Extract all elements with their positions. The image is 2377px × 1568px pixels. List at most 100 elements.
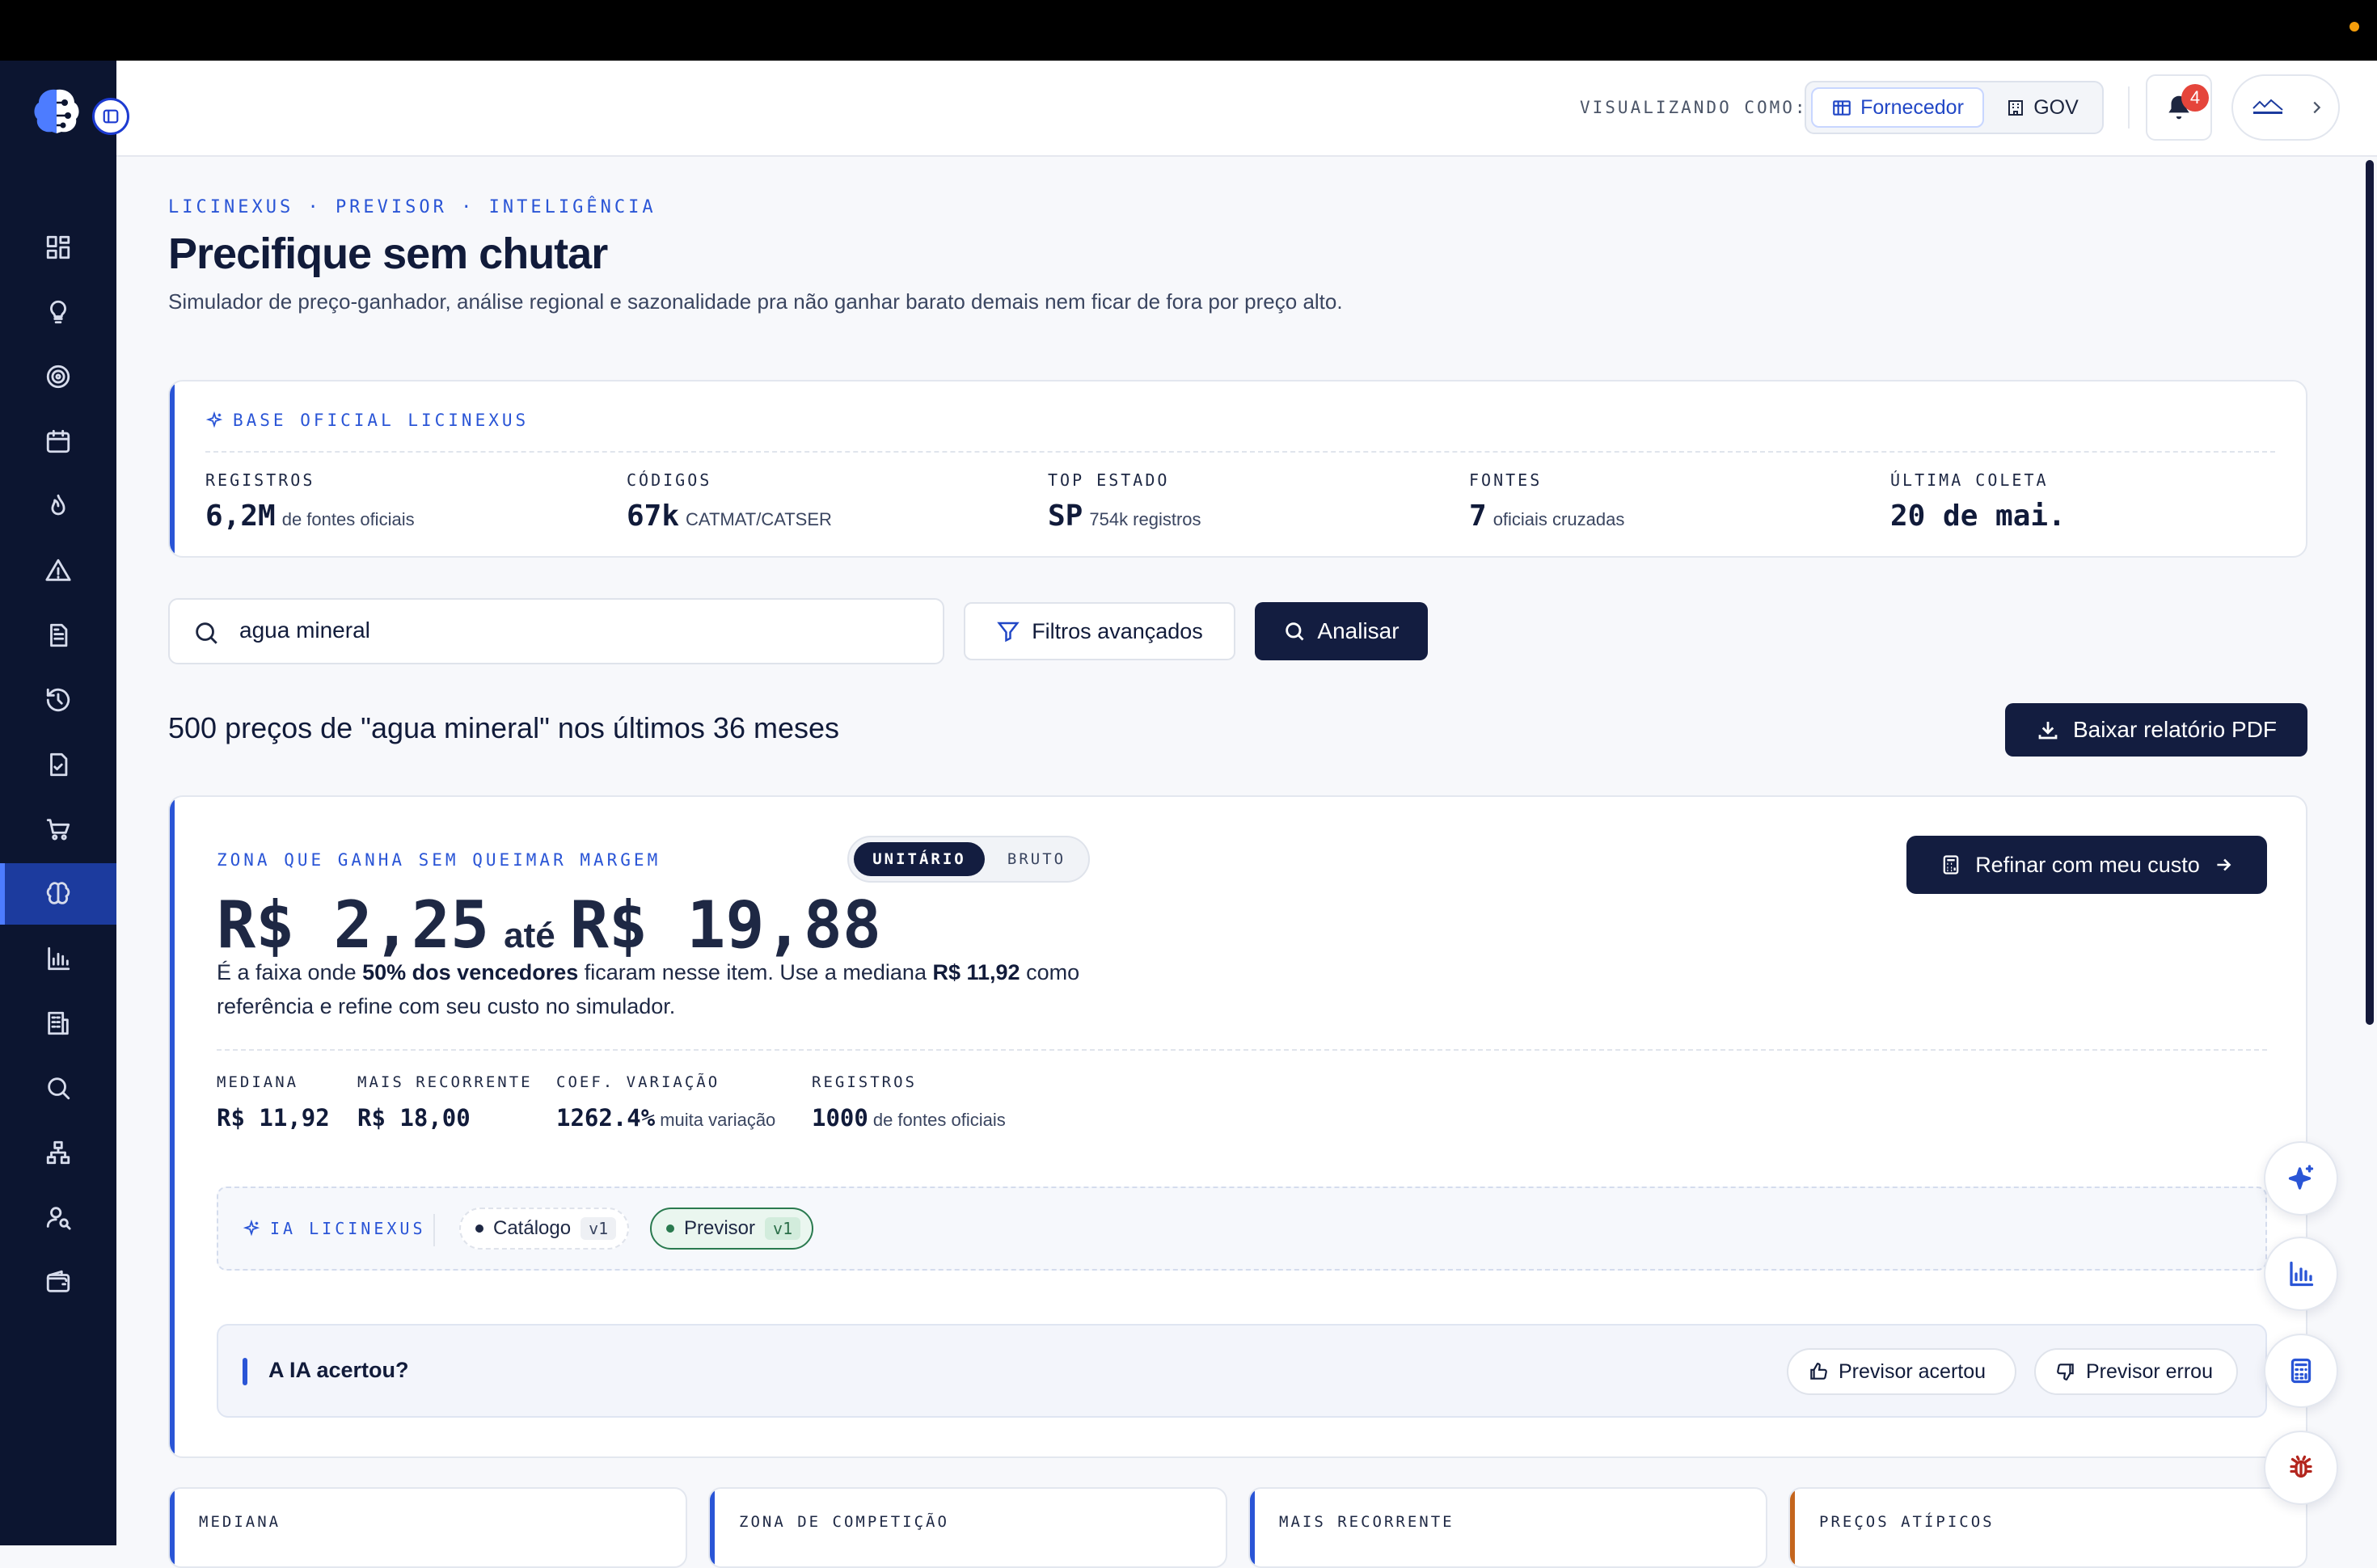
sidebar-item-previsor[interactable] <box>0 863 116 925</box>
refine-cost-button[interactable]: Refinar com meu custo <box>1906 836 2267 894</box>
header-divider <box>2128 86 2130 129</box>
sidebar-item-wallet[interactable] <box>0 1251 116 1313</box>
sparkles-icon <box>205 411 223 428</box>
refine-label: Refinar com meu custo <box>1975 852 2200 877</box>
notifications-button[interactable]: 4 <box>2146 74 2212 141</box>
wallet-icon <box>46 1270 70 1292</box>
brain-icon <box>46 882 70 904</box>
ia-label: IA LICINEXUS <box>243 1219 426 1238</box>
feedback-correct-button[interactable]: Previsor acertou <box>1787 1348 2016 1395</box>
range-description: É a faixa onde 50% dos vencedores ficara… <box>217 960 1080 1018</box>
sidebar-item-documents[interactable] <box>0 605 116 666</box>
alert-triangle-icon <box>45 558 71 581</box>
calculator-icon <box>1943 855 1959 875</box>
app-logo[interactable] <box>29 85 84 140</box>
sidebar-item-calendar[interactable] <box>0 411 116 472</box>
model-chip-catalogo[interactable]: Catálogo v1 <box>459 1208 630 1250</box>
profile-menu-button[interactable] <box>2231 74 2340 141</box>
stat-label: REGISTROS <box>812 1073 917 1091</box>
stat-detail: CATMAT/CATSER <box>686 509 832 529</box>
role-supplier-label: Fornecedor <box>1860 95 1964 119</box>
filters-label: Filtros avançados <box>1032 618 1203 643</box>
dashboard-icon <box>46 235 70 259</box>
page-subtitle: Simulador de preço-ganhador, análise reg… <box>168 289 1343 314</box>
feedback-wrong-label: Previsor errou <box>2086 1359 2213 1383</box>
sidebar-item-agencies[interactable] <box>0 993 116 1054</box>
sidebar-toggle-button[interactable] <box>92 98 129 135</box>
stat-value: R$ 18,00 <box>357 1104 471 1132</box>
stat-label: FONTES <box>1469 470 1543 490</box>
bar-chart-icon <box>2290 1261 2314 1287</box>
stat-label: ÚLTIMA COLETA <box>1890 470 2049 490</box>
feedback-correct-label: Previsor acertou <box>1839 1359 1986 1383</box>
zone-stat-coef-variacao: COEF. VARIAÇÃO 1262.4% muita variação <box>556 1073 775 1132</box>
role-gov-label: GOV <box>2033 95 2079 119</box>
sidebar-item-proposals[interactable] <box>0 734 116 795</box>
role-gov-button[interactable]: GOV <box>1994 87 2091 128</box>
zone-stat-mediana: MEDIANA R$ 11,92 <box>217 1073 330 1132</box>
stat-label: COEF. VARIAÇÃO <box>556 1073 720 1091</box>
model-chip-previsor[interactable]: Previsor v1 <box>650 1208 814 1250</box>
history-icon <box>46 688 70 712</box>
chip-label: Previsor <box>684 1217 756 1239</box>
search-value[interactable]: agua mineral <box>239 618 370 643</box>
card-mediana: MEDIANA <box>168 1487 687 1568</box>
advanced-filters-button[interactable]: Filtros avançados <box>964 602 1235 660</box>
scrollbar-thumb[interactable] <box>2366 160 2374 1025</box>
calculator-button[interactable] <box>2264 1334 2338 1408</box>
range-connector: até <box>504 916 555 955</box>
stat-detail: muita variação <box>660 1110 776 1130</box>
sparkles-icon <box>2288 1165 2314 1190</box>
ai-assistant-button[interactable] <box>2264 1141 2338 1216</box>
sidebar-item-insights[interactable] <box>0 281 116 343</box>
system-top-bar <box>0 0 2377 61</box>
building-icon <box>48 1011 69 1035</box>
stat-value: 6,2M <box>205 499 276 533</box>
stat-detail: oficiais cruzadas <box>1492 509 1625 529</box>
sidebar-item-reports[interactable] <box>0 928 116 989</box>
sidebar <box>0 61 129 1545</box>
toggle-unitario[interactable]: UNITÁRIO <box>854 842 985 876</box>
stat-value: 1262.4% <box>556 1104 656 1132</box>
search-input[interactable]: agua mineral <box>168 598 944 664</box>
cart-icon <box>46 819 70 841</box>
sidebar-item-targets[interactable] <box>0 346 116 407</box>
range-high: R$ 19,88 <box>569 887 882 963</box>
chip-version: v1 <box>765 1217 801 1240</box>
price-range: R$ 2,25 até R$ 19,88 <box>217 887 881 963</box>
thumbs-down-icon <box>2057 1364 2074 1380</box>
role-supplier-button[interactable]: Fornecedor <box>1811 87 1984 128</box>
ia-models-strip: IA LICINEXUS Catálogo v1 Previsor v1 <box>217 1187 2267 1271</box>
stat-registros: REGISTROS 6,2M de fontes oficiais <box>205 470 415 533</box>
official-base-label: BASE OFICIAL LICINEXUS <box>205 411 529 430</box>
building-icon <box>2008 100 2024 116</box>
store-icon <box>1833 100 1851 116</box>
stat-detail: 754k registros <box>1089 509 1201 529</box>
status-dot <box>666 1224 674 1233</box>
sparkles-icon <box>243 1220 260 1237</box>
company-logo-icon <box>2252 99 2283 114</box>
sidebar-item-alerts[interactable] <box>0 540 116 601</box>
sidebar-item-competitors[interactable] <box>0 1187 116 1248</box>
chevron-right-icon <box>2313 101 2321 114</box>
charts-button[interactable] <box>2264 1237 2338 1311</box>
sidebar-item-hot[interactable] <box>0 475 116 537</box>
feedback-wrong-button[interactable]: Previsor errou <box>2034 1348 2238 1395</box>
sidebar-item-search[interactable] <box>0 1057 116 1119</box>
toggle-bruto[interactable]: BRUTO <box>990 842 1083 876</box>
sidebar-item-structure[interactable] <box>0 1122 116 1183</box>
search-icon <box>196 622 217 644</box>
download-pdf-button[interactable]: Baixar relatório PDF <box>2005 703 2307 757</box>
analyze-button[interactable]: Analisar <box>1255 602 1428 660</box>
report-bug-button[interactable] <box>2264 1431 2338 1505</box>
stat-label: MEDIANA <box>217 1073 299 1091</box>
sidebar-item-history[interactable] <box>0 669 116 731</box>
sidebar-item-dashboard[interactable] <box>0 217 116 278</box>
org-chart-icon <box>46 1140 70 1165</box>
results-title: 500 preços de "agua mineral" nos últimos… <box>168 711 840 744</box>
stat-value: 1000 <box>812 1104 868 1132</box>
sidebar-item-purchases[interactable] <box>0 799 116 860</box>
stat-value: SP <box>1048 499 1083 533</box>
stat-value: 67k <box>627 499 680 533</box>
bar-chart-icon <box>48 946 70 971</box>
